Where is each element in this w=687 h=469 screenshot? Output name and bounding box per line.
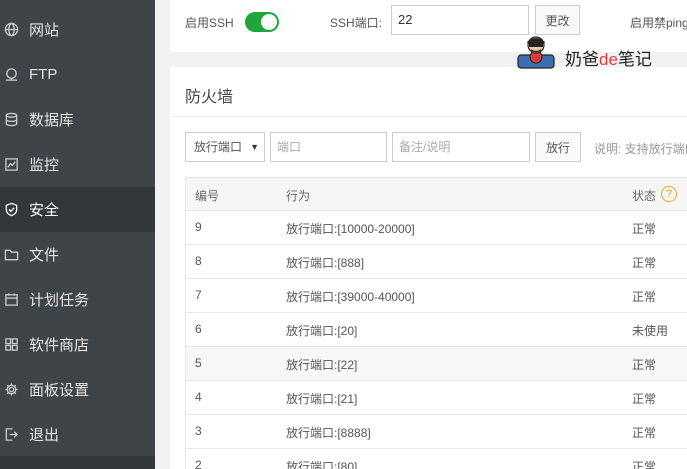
- sidebar-item-label: FTP: [29, 66, 58, 83]
- sidebar: 网站 FTP 数据库 监控 安全 文件 计划任务 软件商店 面板设置 退出: [0, 0, 155, 469]
- ssh-port-label: SSH端口:: [330, 16, 383, 30]
- ssh-port-input[interactable]: 22: [391, 5, 529, 35]
- grid-icon: [3, 337, 19, 353]
- table-row: 2 放行端口:[80] 正常: [185, 449, 687, 469]
- table-row: 3 放行端口:[8888] 正常: [185, 415, 687, 449]
- row-id: 8: [195, 254, 202, 268]
- watermark-text-1: 奶爸: [565, 50, 599, 69]
- sidebar-item-database[interactable]: 数据库: [0, 97, 155, 142]
- sidebar-item-label: 安全: [29, 202, 60, 219]
- column-status: 状态: [632, 189, 657, 203]
- sidebar-item-label: 计划任务: [29, 292, 90, 309]
- calendar-icon: [3, 292, 19, 308]
- watermark-text: 奶爸de笔记: [565, 45, 652, 70]
- row-action: 放行端口:[888]: [286, 256, 365, 270]
- note-input[interactable]: 备注/说明: [392, 132, 530, 162]
- logout-icon: [3, 427, 19, 443]
- row-id: 5: [195, 356, 202, 370]
- ssh-enable-label: 启用SSH: [185, 16, 234, 30]
- ping-label: 启用禁ping: [630, 16, 687, 30]
- sidebar-item-label: 数据库: [29, 112, 75, 129]
- row-action: 放行端口:[21]: [286, 392, 358, 406]
- sidebar-item-cron[interactable]: 计划任务: [0, 277, 155, 322]
- sidebar-item-ftp[interactable]: FTP: [0, 52, 155, 97]
- gear-icon: [3, 382, 19, 398]
- row-status: 未使用: [632, 324, 669, 338]
- sidebar-item-label: 软件商店: [29, 337, 90, 354]
- table-header: 编号 行为 状态 ?: [185, 177, 687, 211]
- sidebar-item-logout[interactable]: 退出: [0, 412, 155, 457]
- row-id: 9: [195, 220, 202, 234]
- table-row: 4 放行端口:[21] 正常: [185, 381, 687, 415]
- sidebar-item-files[interactable]: 文件: [0, 232, 155, 277]
- port-input[interactable]: 端口: [270, 132, 387, 162]
- row-status: 正常: [632, 426, 657, 440]
- hint-text: 说明: 支持放行端口: [594, 142, 687, 156]
- firewall-title: 防火墙: [185, 89, 234, 106]
- row-status: 正常: [632, 392, 657, 406]
- rule-type-select[interactable]: 放行端口 ▼: [185, 132, 265, 162]
- sidebar-item-website[interactable]: 网站: [0, 7, 155, 52]
- allow-button[interactable]: 放行: [535, 132, 581, 162]
- row-status: 正常: [632, 358, 657, 372]
- column-action: 行为: [286, 189, 311, 203]
- sidebar-item-label: 文件: [29, 247, 60, 264]
- rule-type-value: 放行端口: [194, 140, 243, 154]
- sidebar-item-settings[interactable]: 面板设置: [0, 367, 155, 412]
- row-status: 正常: [632, 256, 657, 270]
- monitor-icon: [3, 157, 19, 173]
- sidebar-item-security[interactable]: 安全: [0, 187, 155, 232]
- help-icon[interactable]: ?: [661, 186, 677, 202]
- sidebar-footer: [0, 456, 155, 469]
- folder-icon: [3, 247, 19, 263]
- database-icon: [3, 112, 19, 128]
- table-row: 5 放行端口:[22] 正常: [185, 347, 687, 381]
- table-row: 7 放行端口:[39000-40000] 正常: [185, 279, 687, 313]
- shield-icon: [3, 202, 19, 218]
- watermark-text-de: de: [599, 50, 618, 69]
- row-action: 放行端口:[39000-40000]: [286, 290, 415, 304]
- row-id: 3: [195, 424, 202, 438]
- sidebar-item-label: 监控: [29, 157, 60, 174]
- row-status: 正常: [632, 222, 657, 236]
- row-id: 7: [195, 288, 202, 302]
- row-id: 4: [195, 390, 202, 404]
- row-status: 正常: [632, 290, 657, 304]
- sidebar-item-label: 退出: [29, 427, 60, 444]
- watermark-avatar-icon: [517, 36, 555, 69]
- row-action: 放行端口:[10000-20000]: [286, 222, 415, 236]
- row-action: 放行端口:[22]: [286, 358, 358, 372]
- ftp-icon: [3, 67, 19, 83]
- divider: [170, 116, 687, 117]
- sidebar-item-label: 网站: [29, 22, 60, 39]
- row-id: 2: [195, 458, 202, 469]
- table-row: 8 放行端口:[888] 正常: [185, 245, 687, 279]
- globe-icon: [3, 22, 19, 38]
- column-id: 编号: [195, 189, 220, 203]
- ssh-toggle[interactable]: [245, 12, 279, 32]
- caret-down-icon: ▼: [250, 142, 259, 152]
- row-status: 正常: [632, 460, 657, 469]
- row-action: 放行端口:[80]: [286, 460, 358, 469]
- table-row: 9 放行端口:[10000-20000] 正常: [185, 211, 687, 245]
- row-id: 6: [195, 322, 202, 336]
- watermark-text-2: 笔记: [617, 50, 652, 69]
- sidebar-item-monitor[interactable]: 监控: [0, 142, 155, 187]
- sidebar-item-label: 面板设置: [29, 382, 90, 399]
- table-row: 6 放行端口:[20] 未使用: [185, 313, 687, 347]
- row-action: 放行端口:[20]: [286, 324, 358, 338]
- row-action: 放行端口:[8888]: [286, 426, 371, 440]
- sidebar-item-store[interactable]: 软件商店: [0, 322, 155, 367]
- watermark: 奶爸de笔记: [516, 31, 687, 71]
